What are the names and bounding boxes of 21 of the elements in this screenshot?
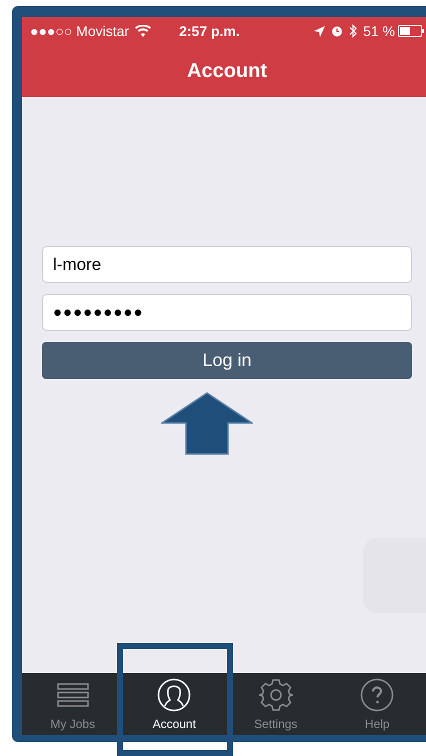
- person-icon: [157, 678, 192, 712]
- tab-bar-item[interactable]: Account: [124, 673, 225, 735]
- password-field[interactable]: ●●●●●●●●●: [42, 294, 412, 331]
- battery-percent-text: 51 %: [363, 22, 395, 40]
- tab-bar-item[interactable]: My Jobs: [22, 673, 124, 735]
- battery-icon: [398, 25, 424, 37]
- username-field[interactable]: l-more: [42, 246, 412, 283]
- screen-title: Account: [187, 59, 267, 84]
- alarm-icon: [331, 25, 344, 37]
- help-icon: [360, 678, 394, 712]
- gear-icon: [258, 678, 293, 712]
- list-icon: [56, 683, 89, 707]
- tab-bar-item[interactable]: Help: [326, 673, 426, 735]
- time-text: 2:57 p.m.: [179, 22, 240, 41]
- login-button[interactable]: Log in: [42, 342, 412, 379]
- wifi-icon: [135, 25, 152, 37]
- up-arrow-icon: [161, 392, 253, 455]
- carrier-text: ●●●○○ Movistar: [30, 22, 130, 40]
- location-icon: [314, 26, 326, 36]
- bluetooth-icon: [349, 24, 358, 38]
- tab-bar-item[interactable]: Settings: [225, 673, 326, 735]
